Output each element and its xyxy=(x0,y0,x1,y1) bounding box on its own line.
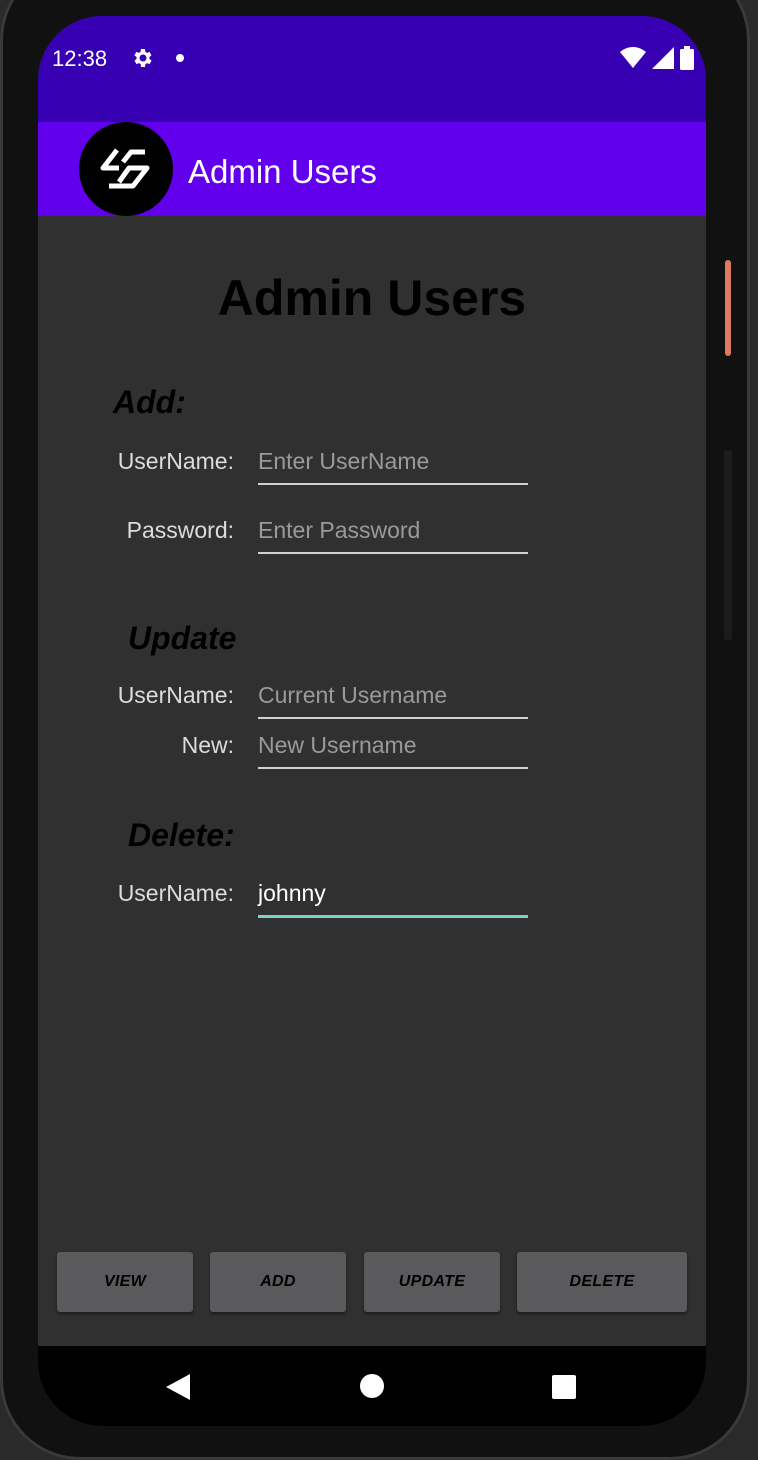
settings-icon xyxy=(134,49,152,67)
add-section-heading: Add: xyxy=(113,384,186,420)
update-current-username-input[interactable]: Current Username xyxy=(258,682,528,719)
update-new-username-input[interactable]: New Username xyxy=(258,732,528,769)
delete-username-label: UserName: xyxy=(117,880,234,906)
main-content: Admin Users Add: UserName: Enter UserNam… xyxy=(38,216,706,1346)
add-password-placeholder: Enter Password xyxy=(258,517,421,543)
add-password-label: Password: xyxy=(126,517,234,543)
battery-icon xyxy=(680,46,694,70)
update-username-label: UserName: xyxy=(117,682,234,708)
update-new-username-placeholder: New Username xyxy=(258,732,417,758)
update-new-label: New: xyxy=(181,732,234,758)
app-bar-title: Admin Users xyxy=(188,153,377,190)
app-bar: Admin Users xyxy=(38,122,706,216)
volume-rocker xyxy=(724,450,732,640)
back-icon[interactable] xyxy=(166,1374,190,1400)
add-password-input[interactable]: Enter Password xyxy=(258,517,528,554)
wifi-icon xyxy=(620,47,646,68)
update-section-heading: Update xyxy=(128,620,237,656)
recents-icon[interactable] xyxy=(552,1375,576,1399)
delete-section-heading: Delete: xyxy=(128,817,235,853)
power-button xyxy=(725,260,731,356)
page-title: Admin Users xyxy=(217,270,527,326)
phone-frame: 12:38 Admin Users Admin Users Add: UserN… xyxy=(0,0,750,1460)
system-nav-bar xyxy=(38,1346,706,1426)
add-username-label: UserName: xyxy=(117,448,234,474)
status-icons xyxy=(620,46,694,70)
home-icon[interactable] xyxy=(360,1374,384,1398)
update-current-username-placeholder: Current Username xyxy=(258,682,448,708)
app-logo-icon xyxy=(79,122,173,216)
update-button[interactable]: UPDATE xyxy=(364,1252,500,1312)
view-button[interactable]: VIEW xyxy=(57,1252,193,1312)
signal-icon xyxy=(652,47,674,69)
add-button[interactable]: ADD xyxy=(210,1252,346,1312)
screen: 12:38 Admin Users Admin Users Add: UserN… xyxy=(38,16,706,1426)
delete-username-input[interactable]: johnny xyxy=(258,880,528,918)
delete-username-value: johnny xyxy=(258,880,326,906)
status-bar: 12:38 xyxy=(38,16,706,122)
notification-dot-icon xyxy=(176,54,184,62)
status-time: 12:38 xyxy=(52,46,108,71)
add-username-placeholder: Enter UserName xyxy=(258,448,430,474)
delete-button[interactable]: DELETE xyxy=(517,1252,687,1312)
add-username-input[interactable]: Enter UserName xyxy=(258,448,528,485)
